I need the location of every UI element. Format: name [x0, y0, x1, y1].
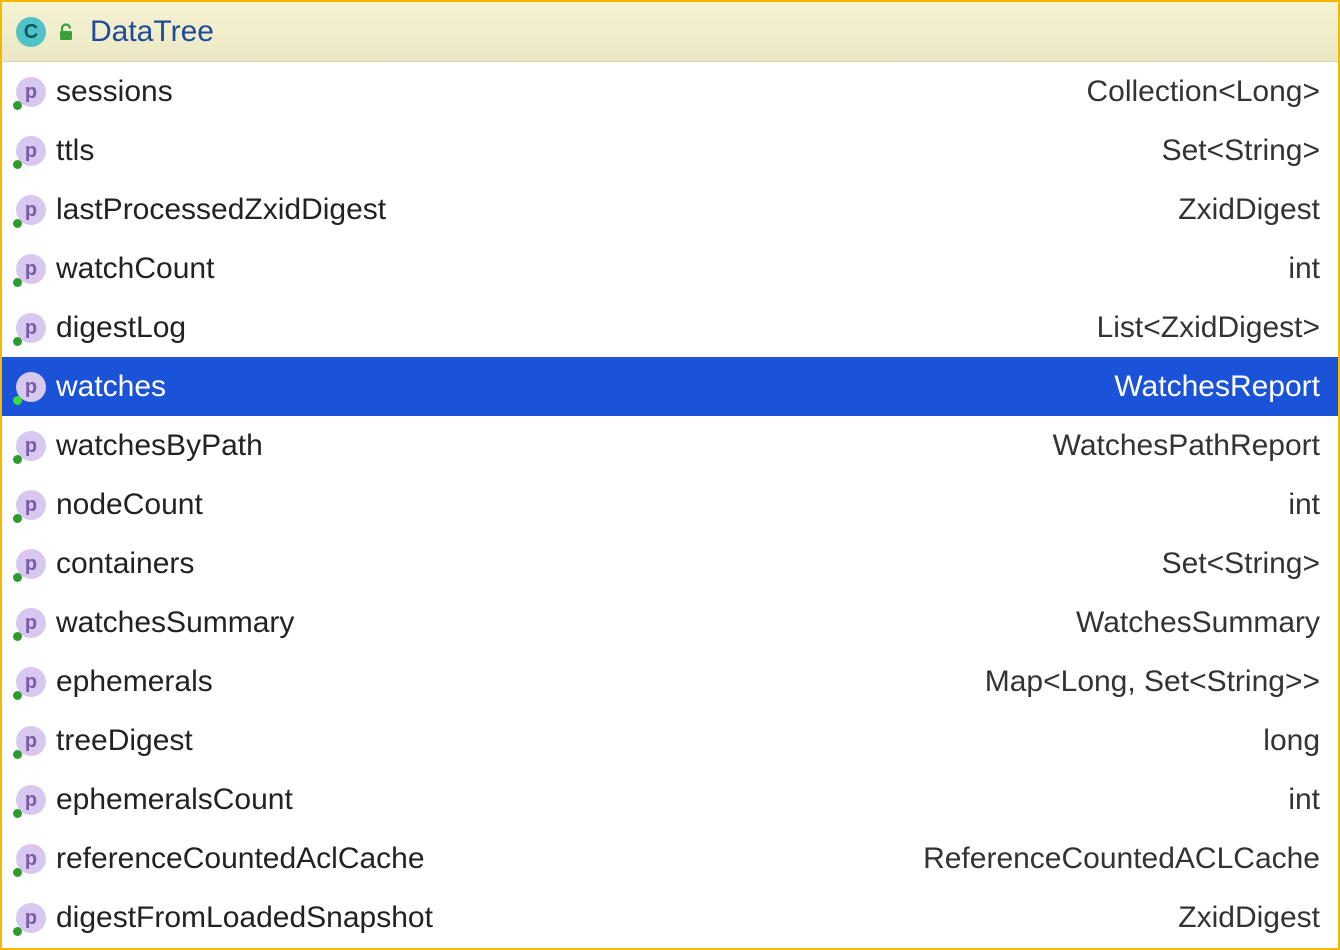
property-icon: p [16, 313, 46, 343]
property-icon: p [16, 490, 46, 520]
property-type: long [1263, 724, 1320, 758]
property-row[interactable]: p containers Set<String> [2, 534, 1338, 593]
modifier-dot-icon [13, 160, 22, 169]
property-name: referenceCountedAclCache [56, 842, 913, 876]
property-type: ZxidDigest [1178, 193, 1320, 227]
modifier-dot-icon [13, 750, 22, 759]
modifier-dot-icon [13, 337, 22, 346]
property-icon: p [16, 77, 46, 107]
property-row[interactable]: p lastProcessedZxidDigest ZxidDigest [2, 180, 1338, 239]
modifier-dot-icon [13, 632, 22, 641]
property-name: watchesByPath [56, 429, 1043, 463]
property-type: WatchesReport [1114, 370, 1320, 404]
modifier-dot-icon [13, 278, 22, 287]
property-name: watchCount [56, 252, 1278, 286]
property-name: ephemeralsCount [56, 783, 1278, 817]
property-icon: p [16, 372, 46, 402]
property-name: ttls [56, 134, 1152, 168]
property-icon: p [16, 785, 46, 815]
property-icon: p [16, 136, 46, 166]
property-type: ZxidDigest [1178, 901, 1320, 935]
modifier-dot-icon [13, 573, 22, 582]
modifier-dot-icon [13, 868, 22, 877]
property-row[interactable]: p ephemeralsCount int [2, 770, 1338, 829]
property-icon: p [16, 549, 46, 579]
property-icon: p [16, 254, 46, 284]
property-type: int [1288, 252, 1320, 286]
property-row[interactable]: p watchCount int [2, 239, 1338, 298]
property-icon: p [16, 844, 46, 874]
class-icon: C [16, 17, 46, 47]
property-row[interactable]: p referenceCountedAclCache ReferenceCounte… [2, 829, 1338, 888]
structure-panel: C DataTree psessionsCollection<Long>pttl… [0, 0, 1340, 950]
property-name: treeDigest [56, 724, 1253, 758]
property-name: containers [56, 547, 1152, 581]
property-row[interactable]: p treeDigest long [2, 711, 1338, 770]
property-name: digestLog [56, 311, 1087, 345]
modifier-dot-icon [13, 101, 22, 110]
property-row[interactable]: p digestFromLoadedSnapshot ZxidDigest [2, 888, 1338, 947]
class-name: DataTree [90, 15, 214, 49]
property-row[interactable]: p digestLog List<ZxidDigest> [2, 298, 1338, 357]
property-type: Set<String> [1162, 134, 1320, 168]
property-type: int [1288, 488, 1320, 522]
property-icon: p [16, 431, 46, 461]
property-name: ephemerals [56, 665, 975, 699]
property-type: Collection<Long> [1086, 75, 1320, 109]
property-name: watches [56, 370, 1104, 404]
property-type: ReferenceCountedACLCache [923, 842, 1320, 876]
property-type: WatchesPathReport [1053, 429, 1320, 463]
property-type: List<ZxidDigest> [1097, 311, 1320, 345]
modifier-dot-icon [13, 514, 22, 523]
property-name: digestFromLoadedSnapshot [56, 901, 1168, 935]
property-row[interactable]: p ephemerals Map<Long, Set<String>> [2, 652, 1338, 711]
property-row[interactable]: p watchesByPath WatchesPathReport [2, 416, 1338, 475]
modifier-dot-icon [13, 455, 22, 464]
modifier-dot-icon [13, 219, 22, 228]
property-type: Map<Long, Set<String>> [985, 665, 1320, 699]
property-row[interactable]: p nodeCount int [2, 475, 1338, 534]
property-type: Set<String> [1162, 547, 1320, 581]
property-name: sessions [56, 75, 1076, 109]
property-icon: p [16, 667, 46, 697]
property-type: int [1288, 783, 1320, 817]
modifier-dot-icon [13, 691, 22, 700]
property-icon: p [16, 195, 46, 225]
property-row[interactable]: p watches WatchesReport [2, 357, 1338, 416]
property-icon: p [16, 608, 46, 638]
property-name: watchesSummary [56, 606, 1066, 640]
modifier-dot-icon [13, 396, 22, 405]
property-icon: p [16, 903, 46, 933]
property-row[interactable]: p sessions Collection<Long> [2, 62, 1338, 121]
property-row[interactable]: pttls Set<String> [2, 121, 1338, 180]
property-name: nodeCount [56, 488, 1278, 522]
public-visibility-icon [56, 22, 76, 42]
property-icon: p [16, 726, 46, 756]
modifier-dot-icon [13, 809, 22, 818]
class-header[interactable]: C DataTree [2, 2, 1338, 62]
property-name: lastProcessedZxidDigest [56, 193, 1168, 227]
property-type: WatchesSummary [1076, 606, 1320, 640]
modifier-dot-icon [13, 927, 22, 936]
property-row[interactable]: p watchesSummary WatchesSummary [2, 593, 1338, 652]
property-list[interactable]: psessionsCollection<Long>pttlsSet<String… [2, 62, 1338, 948]
